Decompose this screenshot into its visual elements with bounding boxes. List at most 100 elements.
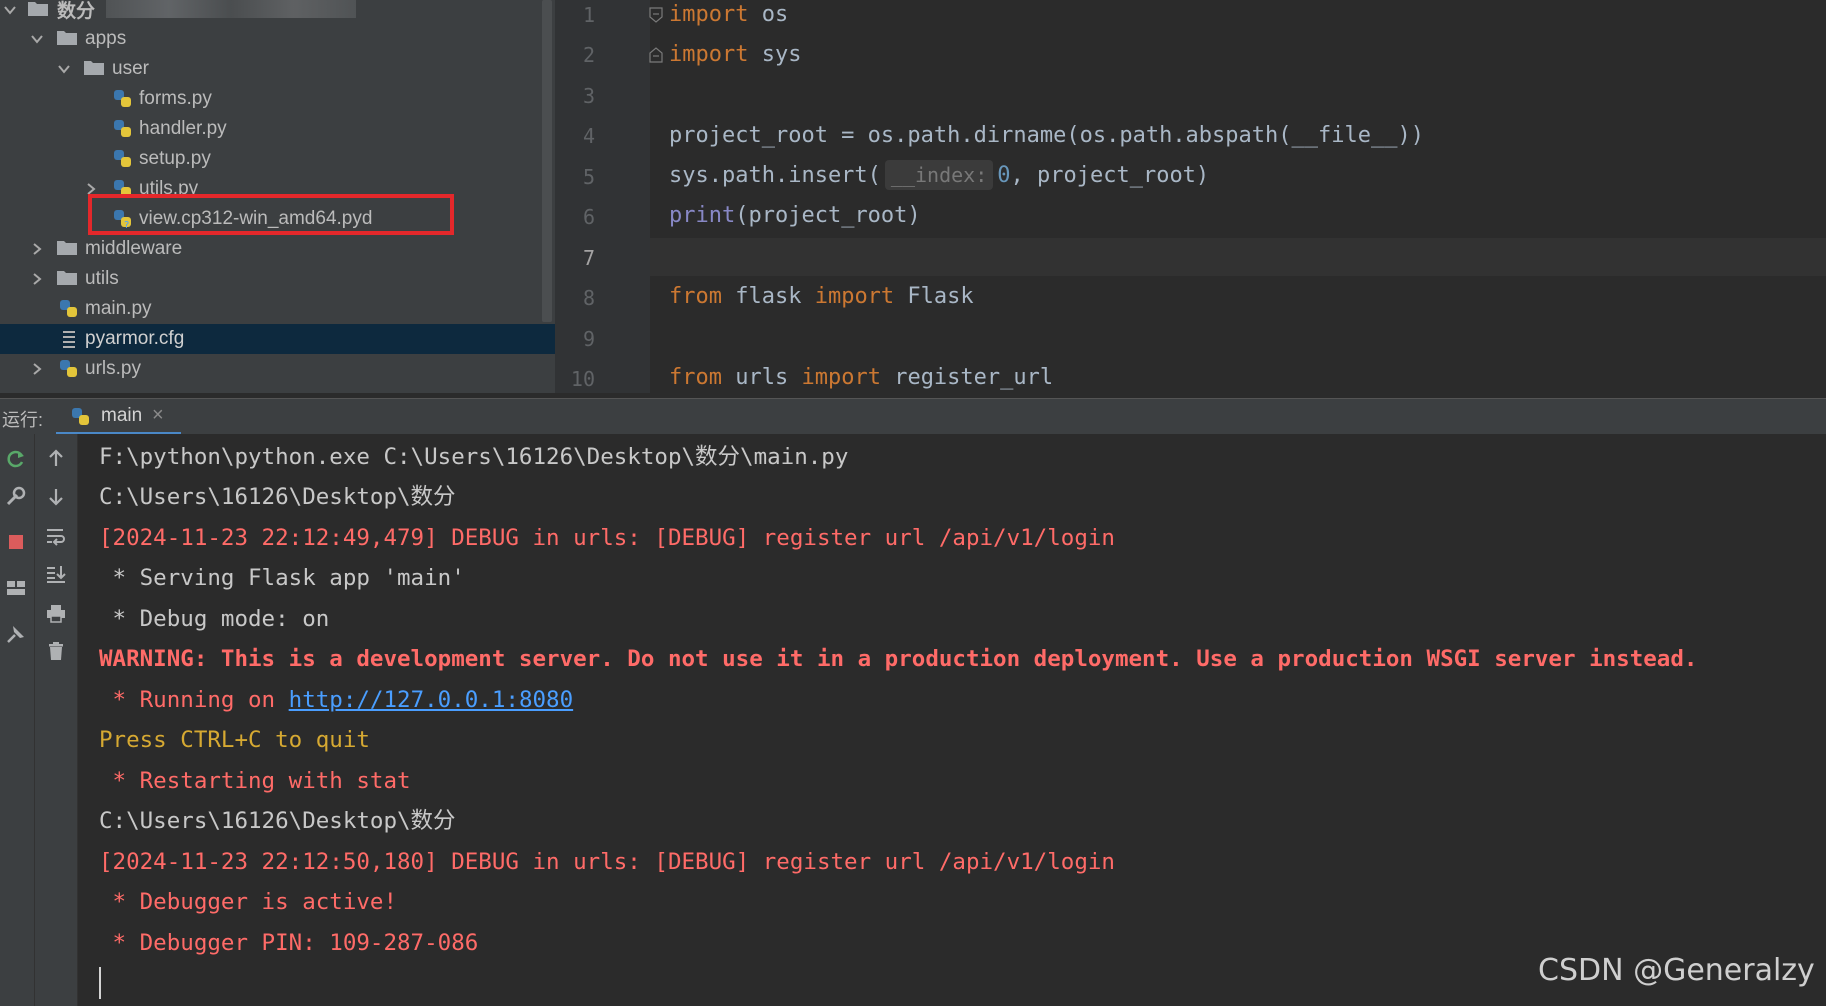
code-line-1: import os: [669, 0, 788, 35]
tree-item-setup-py[interactable]: setup.py: [0, 144, 555, 174]
run-toolbar-secondary: [35, 434, 78, 1006]
code-line-4: project_root = os.path.dirname(os.path.a…: [669, 116, 1424, 156]
console-line: F:\python\python.exe C:\Users\16126\Desk…: [99, 444, 849, 470]
tree-item-label: forms.py: [139, 88, 212, 109]
console-line: Press CTRL+C to quit: [99, 727, 370, 753]
tree-item-label: setup.py: [139, 148, 211, 169]
console-line: * Running on http://127.0.0.1:8080: [99, 680, 574, 720]
tree-item-handler-py[interactable]: handler.py: [0, 114, 555, 144]
watermark: CSDN @Generalzy: [1538, 953, 1815, 988]
parameter-hint: __index:: [884, 160, 994, 190]
line-number: 9: [582, 327, 595, 351]
server-url-link[interactable]: http://127.0.0.1:8080: [289, 687, 573, 713]
tree-item-root[interactable]: 数分: [0, 0, 555, 24]
folder-icon: [56, 237, 78, 259]
console-line: [2024-11-23 22:12:50,180] DEBUG in urls:…: [99, 849, 1115, 875]
tree-item-label: handler.py: [139, 118, 227, 139]
arrow-up-icon[interactable]: [44, 446, 68, 470]
code-number: 0: [997, 163, 1011, 188]
code-line-2: import sys: [669, 35, 801, 75]
tree-item-user[interactable]: user: [0, 54, 555, 84]
code-keyword: from: [669, 365, 722, 390]
console-line: * Restarting with stat: [99, 768, 411, 794]
print-icon[interactable]: [44, 601, 68, 625]
line-number: 4: [582, 124, 595, 148]
code-line-10: from urls import register_url: [669, 358, 1053, 393]
chevron-down-icon[interactable]: [57, 62, 71, 76]
tree-item-urls-py[interactable]: urls.py: [0, 354, 555, 384]
chevron-right-icon[interactable]: [30, 272, 44, 286]
python-file-icon: [58, 298, 80, 320]
folder-icon: [83, 57, 105, 79]
chevron-right-icon[interactable]: [30, 242, 44, 256]
run-tab-main[interactable]: main ×: [56, 399, 181, 435]
console-caret: [99, 967, 101, 999]
fold-marker-icon[interactable]: [649, 7, 663, 23]
tree-item-label: user: [112, 58, 149, 79]
console-line: * Serving Flask app 'main': [99, 565, 465, 591]
tree-item-label: urls.py: [85, 358, 141, 379]
tree-item-pyarmor-cfg[interactable]: pyarmor.cfg: [0, 324, 555, 354]
line-number: 10: [570, 367, 595, 391]
wrench-icon[interactable]: [4, 484, 28, 508]
tree-item-label: middleware: [85, 238, 183, 259]
line-number: 3: [582, 84, 595, 108]
trash-icon[interactable]: [44, 639, 68, 663]
arrow-down-icon[interactable]: [44, 485, 68, 509]
layout-icon[interactable]: [4, 576, 28, 600]
folder-icon: [27, 0, 49, 20]
code-keyword: from: [669, 284, 722, 309]
code-keyword: import: [814, 284, 895, 309]
code-text: sys: [748, 42, 802, 67]
console-line: [2024-11-23 22:12:49,479] DEBUG in urls:…: [99, 525, 1115, 551]
tree-item-utils[interactable]: utils: [0, 264, 555, 294]
tree-item-main-py[interactable]: main.py: [0, 294, 555, 324]
code-line-8: from flask import Flask: [669, 277, 974, 317]
fold-marker-icon[interactable]: [649, 47, 663, 63]
code-keyword: import: [801, 365, 881, 390]
console-line: * Debugger is active!: [99, 889, 398, 915]
tree-item-middleware[interactable]: middleware: [0, 234, 555, 264]
code-text: os: [748, 2, 789, 27]
code-text: urls: [721, 365, 802, 390]
tree-item-label: apps: [85, 28, 127, 49]
code-text: , project_root): [1010, 163, 1210, 188]
line-number: 5: [582, 165, 595, 189]
tree-item-label: pyarmor.cfg: [85, 328, 185, 349]
tree-item-label: main.py: [85, 298, 152, 319]
code-line-6: print(project_root): [669, 196, 921, 236]
python-file-icon: [58, 358, 80, 380]
code-text: flask: [721, 284, 815, 309]
close-icon[interactable]: ×: [152, 404, 164, 427]
run-tool-window-header: 运行: main ×: [0, 398, 1826, 435]
line-number: 2: [582, 43, 595, 67]
scroll-to-end-icon[interactable]: [44, 562, 68, 586]
rerun-icon[interactable]: [4, 447, 28, 471]
chevron-down-icon[interactable]: [30, 32, 44, 46]
code-editor[interactable]: 1 2 3 4 5 6 7 8 9 10 import os import sy…: [555, 0, 1826, 393]
code-text: (project_root): [735, 203, 921, 228]
run-console[interactable]: F:\python\python.exe C:\Users\16126\Desk…: [78, 434, 1826, 1006]
tree-item-forms-py[interactable]: forms.py: [0, 84, 555, 114]
config-file-icon: [58, 328, 80, 350]
run-toolbar-primary: [0, 434, 35, 1006]
code-builtin: print: [669, 203, 736, 228]
folder-icon: [56, 27, 78, 49]
tree-scrollbar[interactable]: [542, 0, 552, 322]
python-file-icon: [112, 148, 134, 170]
stop-icon[interactable]: [4, 530, 28, 554]
annotation-highlight-box: [88, 194, 454, 235]
pin-icon[interactable]: [4, 622, 28, 646]
soft-wrap-icon[interactable]: [44, 524, 68, 548]
code-text: sys.path.insert(: [669, 163, 881, 188]
folder-icon: [56, 267, 78, 289]
tree-item-apps[interactable]: apps: [0, 24, 555, 54]
code-text: Flask: [894, 284, 974, 309]
run-tab-label: main: [101, 405, 143, 426]
console-line: C:\Users\16126\Desktop\数分: [99, 808, 456, 834]
console-line: C:\Users\16126\Desktop\数分: [99, 484, 456, 510]
chevron-down-icon[interactable]: [3, 3, 17, 17]
console-line: * Debug mode: on: [99, 606, 330, 632]
chevron-right-icon[interactable]: [30, 362, 44, 376]
line-number: 8: [582, 286, 595, 310]
